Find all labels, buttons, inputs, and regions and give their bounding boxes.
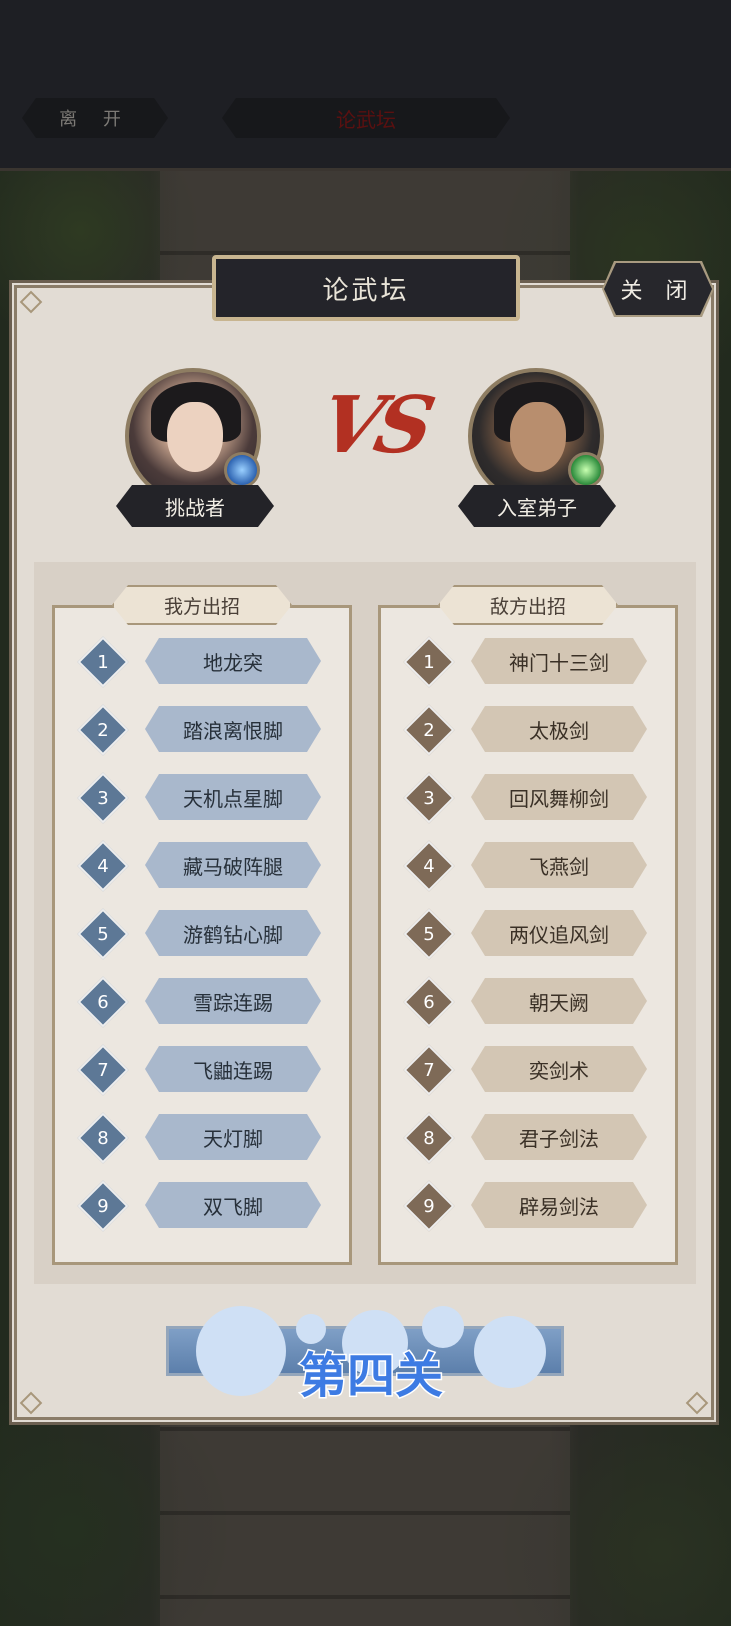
move-name[interactable]: 飞鼬连踢	[145, 1046, 321, 1092]
move-number: 2	[77, 704, 129, 756]
wood-element-icon	[568, 452, 604, 488]
leave-button[interactable]: 离 开	[22, 98, 168, 138]
bubble-decoration	[422, 1306, 464, 1348]
move-number: 3	[403, 772, 455, 824]
move-number: 7	[77, 1044, 129, 1096]
move-name[interactable]: 天机点星脚	[145, 774, 321, 820]
list-item[interactable]: 3 回风舞柳剑	[381, 772, 678, 824]
list-item[interactable]: 3 天机点星脚	[55, 772, 352, 824]
move-name[interactable]: 回风舞柳剑	[471, 774, 647, 820]
vs-icon: VS	[312, 380, 437, 471]
list-item[interactable]: 8 天灯脚	[55, 1112, 352, 1164]
corner-ornament-icon	[19, 290, 43, 314]
move-number: 4	[77, 840, 129, 892]
bubble-decoration	[296, 1314, 326, 1344]
move-name[interactable]: 辟易剑法	[471, 1182, 647, 1228]
list-item[interactable]: 2 踏浪离恨脚	[55, 704, 352, 756]
move-number: 9	[403, 1180, 455, 1232]
list-item[interactable]: 7 飞鼬连踢	[55, 1044, 352, 1096]
corner-ornament-icon	[685, 1391, 709, 1415]
move-number: 6	[77, 976, 129, 1028]
move-name[interactable]: 游鹤钻心脚	[145, 910, 321, 956]
move-number: 9	[77, 1180, 129, 1232]
bubble-decoration	[474, 1316, 546, 1388]
list-item[interactable]: 2 太极剑	[381, 704, 678, 756]
move-name[interactable]: 地龙突	[145, 638, 321, 684]
list-item[interactable]: 1 神门十三剑	[381, 636, 678, 688]
list-item[interactable]: 9 辟易剑法	[381, 1180, 678, 1232]
move-number: 8	[403, 1112, 455, 1164]
move-number: 7	[403, 1044, 455, 1096]
list-item[interactable]: 5 游鹤钻心脚	[55, 908, 352, 960]
move-name[interactable]: 奕剑术	[471, 1046, 647, 1092]
move-number: 2	[403, 704, 455, 756]
move-number: 4	[403, 840, 455, 892]
bubble-decoration	[196, 1306, 286, 1396]
move-name[interactable]: 两仪追风剑	[471, 910, 647, 956]
list-item[interactable]: 4 藏马破阵腿	[55, 840, 352, 892]
list-item[interactable]: 6 朝天阙	[381, 976, 678, 1028]
move-name[interactable]: 君子剑法	[471, 1114, 647, 1160]
opponent-name: 入室弟子	[458, 485, 616, 527]
move-number: 5	[77, 908, 129, 960]
water-element-icon	[224, 452, 260, 488]
my-moves-list[interactable]: 1 地龙突 2 踏浪离恨脚 3 天机点星脚 4 藏马破阵腿 5 游鹤钻心脚 6 雪踪连踢 7…	[52, 605, 352, 1265]
move-name[interactable]: 双飞脚	[145, 1182, 321, 1228]
move-number: 5	[403, 908, 455, 960]
stage-banner: 第四关	[297, 1347, 444, 1406]
list-item[interactable]: 9 双飞脚	[55, 1180, 352, 1232]
list-item[interactable]: 6 雪踪连踢	[55, 976, 352, 1028]
list-item[interactable]: 8 君子剑法	[381, 1112, 678, 1164]
list-item[interactable]: 1 地龙突	[55, 636, 352, 688]
move-number: 6	[403, 976, 455, 1028]
list-item[interactable]: 5 两仪追风剑	[381, 908, 678, 960]
move-number: 1	[77, 636, 129, 688]
my-moves-header: 我方出招	[112, 585, 292, 625]
topbar-title: 论武坛	[222, 98, 510, 138]
list-item[interactable]: 4 飞燕剑	[381, 840, 678, 892]
move-name[interactable]: 天灯脚	[145, 1114, 321, 1160]
list-item[interactable]: 7 奕剑术	[381, 1044, 678, 1096]
move-number: 3	[77, 772, 129, 824]
avatar-face	[510, 402, 566, 472]
move-name[interactable]: 藏马破阵腿	[145, 842, 321, 888]
move-name[interactable]: 神门十三剑	[471, 638, 647, 684]
panel-title: 论武坛	[212, 255, 520, 321]
top-bar: 离 开 论武坛	[0, 0, 731, 171]
move-name[interactable]: 踏浪离恨脚	[145, 706, 321, 752]
move-number: 1	[403, 636, 455, 688]
player-name: 挑战者	[116, 485, 274, 527]
corner-ornament-icon	[19, 1391, 43, 1415]
enemy-moves-list[interactable]: 1 神门十三剑 2 太极剑 3 回风舞柳剑 4 飞燕剑 5 两仪追风剑 6 朝天阙 7 奕剑术…	[378, 605, 678, 1265]
move-number: 8	[77, 1112, 129, 1164]
enemy-moves-header: 敌方出招	[438, 585, 618, 625]
move-name[interactable]: 飞燕剑	[471, 842, 647, 888]
move-name[interactable]: 朝天阙	[471, 978, 647, 1024]
move-name[interactable]: 太极剑	[471, 706, 647, 752]
move-name[interactable]: 雪踪连踢	[145, 978, 321, 1024]
avatar-face	[167, 402, 223, 472]
close-button[interactable]: 关 闭	[604, 263, 712, 315]
